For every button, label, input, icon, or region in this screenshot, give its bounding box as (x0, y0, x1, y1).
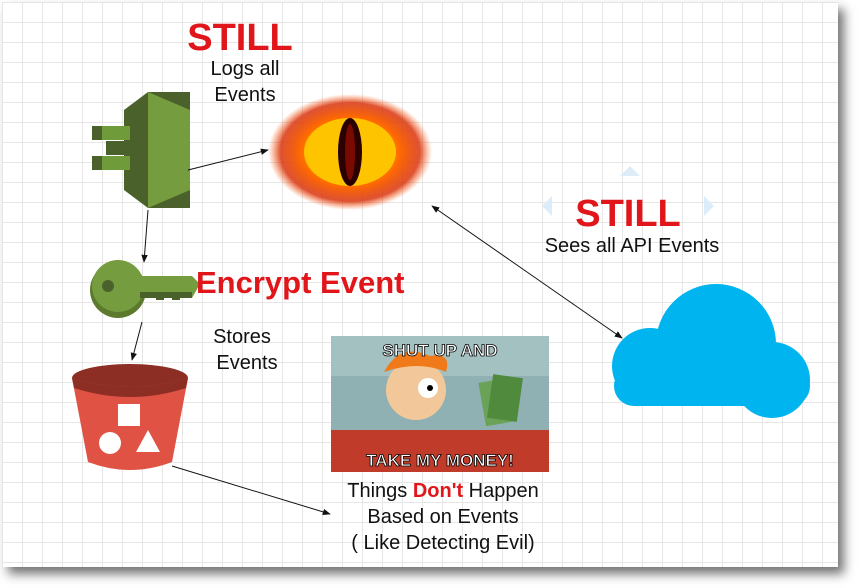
caption-pre: Things (347, 480, 413, 502)
caption-line2: Based on Events (367, 506, 519, 528)
stores-line1-label: Stores (213, 326, 271, 348)
arrow-cloudtrail-to-key (141, 209, 149, 263)
arrow-key-to-bucket (130, 321, 143, 361)
sees-all-label: Sees all API Events (544, 235, 720, 257)
eye-icon (268, 94, 432, 210)
caption-line1: Things Don't Happen (300, 478, 586, 504)
cloudtrail-icon (92, 92, 190, 208)
stores-line2-label: Events (216, 352, 278, 374)
s3-bucket-icon (72, 364, 188, 470)
logs-line1-label: Logs all (210, 58, 280, 80)
caption-emph: Don't (412, 480, 464, 502)
still-top-label: STILL (187, 17, 293, 59)
encrypt-event-label: Encrypt Event (196, 265, 405, 300)
kms-key-icon (90, 260, 200, 318)
cloud-icon (612, 284, 810, 418)
meme-top-text: SHUT UP AND (382, 341, 498, 361)
meme-bottom-text: TAKE MY MONEY! (366, 451, 514, 471)
caption-post: Happen (463, 480, 539, 502)
arrow-cloudtrail-to-eye (187, 148, 269, 171)
logs-line2-label: Events (214, 84, 276, 106)
caption-line3: ( Like Detecting Evil) (351, 532, 535, 554)
still-right-label: STILL (575, 193, 681, 235)
